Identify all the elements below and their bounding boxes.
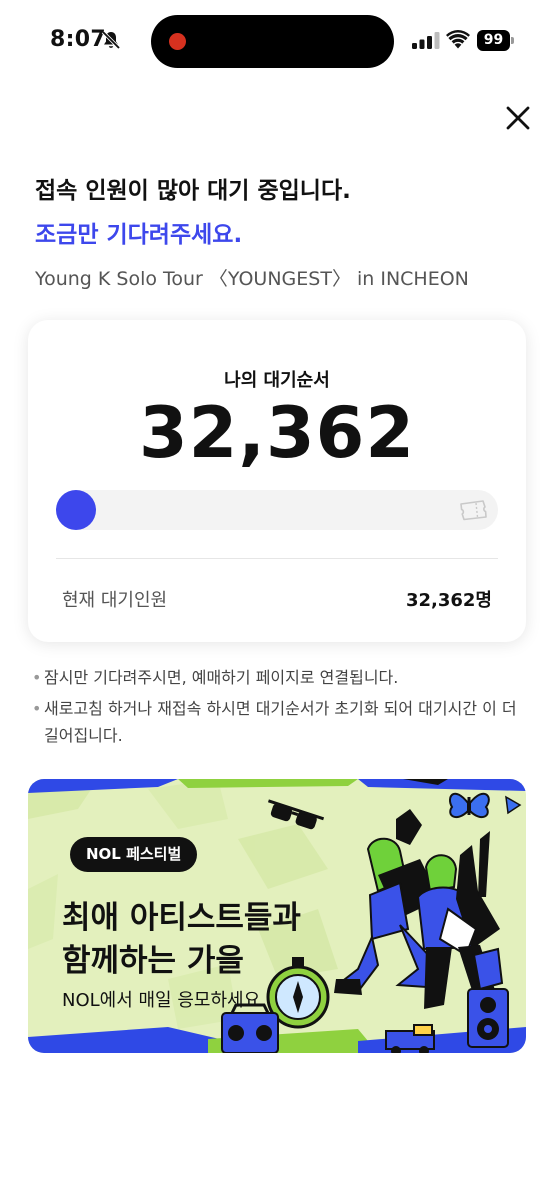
notice-item: • 새로고침 하거나 재접속 하시면 대기순서가 초기화 되어 대기시간 이 더 … xyxy=(32,699,517,745)
current-waiting-label: 현재 대기인원 xyxy=(62,590,168,611)
recording-indicator-icon xyxy=(169,33,186,50)
dynamic-island xyxy=(151,15,394,68)
current-waiting-value: 32,362명 xyxy=(405,590,492,611)
my-position-number: 32,362 xyxy=(138,392,416,474)
bell-off-icon xyxy=(101,30,121,50)
festival-banner[interactable]: NOL 페스티벌 최애 아티스트들과 함께하는 가을 NOL에서 매일 응모하세… xyxy=(28,779,526,1053)
wifi-icon xyxy=(446,30,470,49)
battery-icon: 99 xyxy=(477,30,514,51)
banner-title-line2: 함께하는 가을 xyxy=(62,943,244,979)
my-position-label: 나의 대기순서 xyxy=(224,370,330,391)
status-bar: 8:07 99 xyxy=(0,0,554,84)
notice-list: • 잠시만 기다려주시면, 예매하기 페이지로 연결됩니다. • 새로고침 하거나 … xyxy=(32,664,522,753)
battery-level: 99 xyxy=(483,32,504,48)
banner-chip: NOL 페스티벌 xyxy=(70,837,198,872)
waiting-subheading: 조금만 기다려주세요. xyxy=(35,222,243,248)
event-title: Young K Solo Tour 〈YOUNGEST〉 in INCHEON xyxy=(35,268,469,290)
card-divider xyxy=(56,558,498,559)
notice-item: • 잠시만 기다려주시면, 예매하기 페이지로 연결됩니다. xyxy=(32,668,399,687)
queue-progress-bar xyxy=(56,490,498,530)
cellular-signal-icon xyxy=(412,32,440,49)
progress-indicator xyxy=(56,490,96,530)
waiting-heading: 접속 인원이 많아 대기 중입니다. xyxy=(35,178,351,204)
ticket-icon xyxy=(460,500,487,521)
close-button[interactable] xyxy=(500,100,536,136)
queue-card: 나의 대기순서 32,362 현재 대기인원 32,362명 xyxy=(28,320,526,642)
banner-title-line1: 최애 아티스트들과 xyxy=(62,900,301,936)
close-icon xyxy=(506,106,530,130)
status-time: 8:07 xyxy=(50,27,106,52)
banner-subtitle: NOL에서 매일 응모하세요 xyxy=(62,990,261,1011)
